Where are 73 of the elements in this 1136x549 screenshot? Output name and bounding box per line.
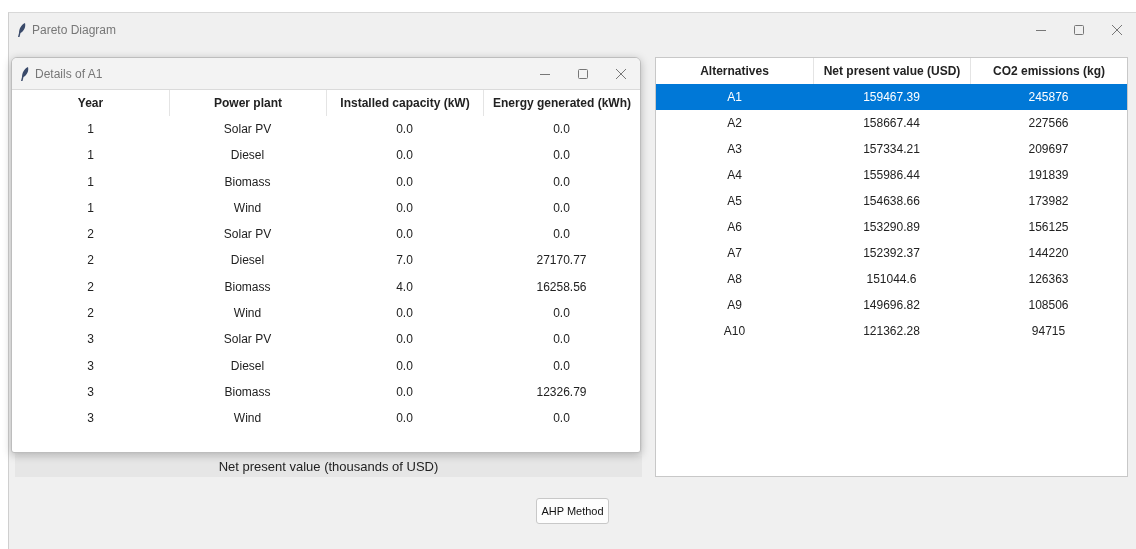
table-cell-text: 0.0 [395, 331, 414, 349]
table-cell-text: 0.0 [395, 383, 414, 401]
table-cell-text: 2 [86, 278, 95, 296]
table-row[interactable]: A7 152392.37 144220 [656, 240, 1127, 266]
table-cell-text: 3 [86, 383, 95, 401]
table-cell-text: 0.0 [552, 410, 571, 428]
table-cell-text: 2 [86, 252, 95, 270]
table-row[interactable]: A8 151044.6 126363 [656, 266, 1127, 292]
column-header[interactable]: Installed capacity (kW) [326, 90, 483, 116]
table-cell-text: 0.0 [395, 410, 414, 428]
table-cell-text: Biomass [223, 173, 272, 191]
table-cell-text: 0.0 [395, 226, 414, 244]
table-row[interactable]: A10 121362.28 94715 [656, 318, 1127, 344]
window-title: Pareto Diagram [32, 23, 118, 37]
ahp-method-button[interactable]: AHP Method [536, 498, 609, 524]
column-header[interactable]: Year [12, 90, 169, 116]
table-row[interactable]: A3 157334.21 209697 [656, 136, 1127, 162]
table-row[interactable]: A2 158667.44 227566 [656, 110, 1127, 136]
table-cell-text: 3 [86, 410, 95, 428]
table-cell-text: 3 [86, 331, 95, 349]
table-cell-text: 0.0 [395, 199, 414, 217]
table-cell-text: 0.0 [552, 357, 571, 375]
table-row[interactable]: A1 159467.39 245876 [656, 84, 1127, 110]
table-cell-text: 1 [86, 173, 95, 191]
close-icon[interactable] [616, 68, 626, 79]
table-cell-text: 0.0 [552, 199, 571, 217]
table-cell-text: Solar PV [222, 226, 273, 244]
window-title: Details of A1 [35, 66, 104, 81]
table-cell-text: 27170.77 [535, 252, 588, 270]
column-header[interactable]: Energy generated (kWh) [483, 90, 640, 116]
table-cell-text: 2 [86, 226, 95, 244]
close-icon[interactable] [1112, 25, 1122, 35]
table-cell-text: Solar PV [222, 331, 273, 349]
table-cell-text: 0.0 [395, 121, 414, 138]
table-cell-text: 0.0 [395, 173, 414, 191]
table-row[interactable]: A5 154638.66 173982 [656, 188, 1127, 214]
table-cell-text: 1 [86, 121, 95, 138]
table-row[interactable]: A9 149696.82 108506 [656, 292, 1127, 318]
table-cell-text: 1 [86, 147, 95, 165]
table-cell-text: Diesel [229, 147, 266, 165]
table-cell-text: Solar PV [222, 121, 273, 138]
table-cell-text: 0.0 [395, 147, 414, 165]
table-cell-text: 0.0 [395, 305, 414, 323]
table-cell-text: Diesel [229, 252, 266, 270]
maximize-icon[interactable] [578, 68, 588, 79]
column-header[interactable]: Alternatives [656, 58, 813, 84]
table-cell-text: Biomass [223, 278, 272, 296]
table-cell-text: 0.0 [395, 357, 414, 375]
table-cell-text: 2 [86, 305, 95, 323]
feather-icon [21, 66, 29, 81]
table-cell-text: Biomass [223, 383, 272, 401]
table-cell-text: Diesel [229, 357, 266, 375]
table-cell-text: Wind [232, 410, 263, 428]
table-cell-text: Wind [232, 199, 263, 217]
table-cell-text: 0.0 [552, 331, 571, 349]
column-header[interactable]: Power plant [169, 90, 326, 116]
feather-icon [18, 23, 26, 37]
table-cell-text: 0.0 [552, 226, 571, 244]
table-cell-text: 3 [86, 357, 95, 375]
table-cell-text: 0.0 [552, 173, 571, 191]
table-cell-text: 7.0 [395, 252, 414, 270]
table-row[interactable]: A4 155986.44 191839 [656, 162, 1127, 188]
table-cell-text: 0.0 [552, 147, 571, 165]
table-cell-text: Wind [232, 305, 263, 323]
table-cell-text: 16258.56 [535, 278, 588, 296]
table-cell-text: 1 [86, 199, 95, 217]
table-row[interactable]: A6 153290.89 156125 [656, 214, 1127, 240]
table-cell-text: 0.0 [552, 305, 571, 323]
table-cell-text: 4.0 [395, 278, 414, 296]
axis-label: Net present value (thousands of USD) [218, 459, 439, 474]
maximize-icon[interactable] [1074, 25, 1084, 35]
table-cell-text: 12326.79 [535, 383, 588, 401]
table-cell-text: 0.0 [552, 121, 571, 138]
